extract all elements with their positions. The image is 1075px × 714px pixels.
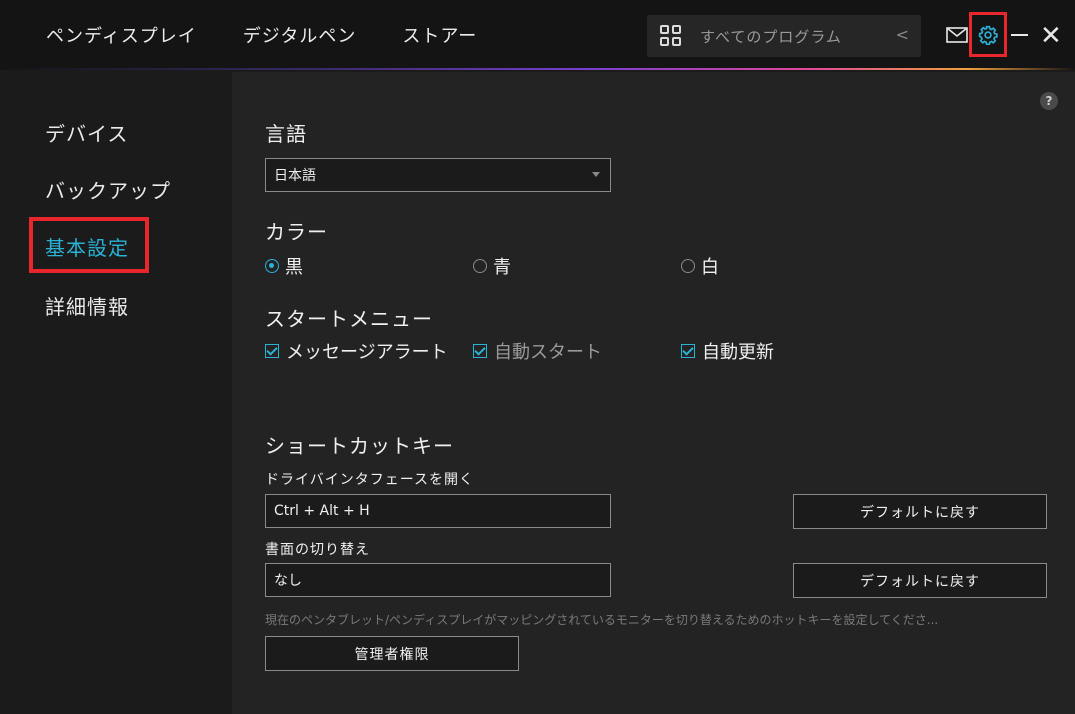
app-window: ペンディスプレイ デジタルペン ストアー すべてのプログラム < ✕ デバイス … <box>0 0 1075 714</box>
start-menu-title: スタートメニュー <box>265 307 433 331</box>
color-radio-label: 黒 <box>285 257 303 278</box>
checkbox-auto-update[interactable]: 自動更新 <box>681 338 774 364</box>
sidebar: デバイス バックアップ 基本設定 詳細情報 <box>0 72 232 714</box>
shortcut-input-switch-screen[interactable]: なし <box>265 563 611 597</box>
settings-button[interactable] <box>969 12 1007 57</box>
checkbox-label: 自動スタート <box>494 342 602 363</box>
language-select[interactable]: 日本語 <box>265 158 611 192</box>
reset-default-button[interactable]: デフォルトに戻す <box>793 563 1047 598</box>
program-selector-label: すべてのプログラム <box>700 27 842 46</box>
caret-down-icon <box>592 172 600 177</box>
sidebar-item-backup[interactable]: バックアップ <box>45 175 171 204</box>
nav-store[interactable]: ストアー <box>402 22 477 48</box>
reset-default-button[interactable]: デフォルトに戻す <box>793 494 1047 529</box>
checkbox-checked-icon <box>681 344 695 358</box>
shortcut-value: なし <box>274 573 302 589</box>
checkbox-label: メッセージアラート <box>286 342 448 363</box>
checkbox-auto-start[interactable]: 自動スタート <box>473 338 602 364</box>
color-radio-black[interactable]: 黒 <box>265 253 303 279</box>
program-selector[interactable]: すべてのプログラム < <box>647 15 921 57</box>
settings-panel: ? 言語 日本語 カラー 黒 青 白 スタートメニュー メッセージアラート 自動… <box>232 72 1075 714</box>
gear-icon <box>978 25 998 45</box>
radio-checked-icon <box>265 259 279 273</box>
mail-icon[interactable] <box>946 26 968 44</box>
sidebar-item-basic-settings[interactable]: 基本設定 <box>45 232 129 261</box>
color-title: カラー <box>265 220 328 244</box>
language-title: 言語 <box>265 122 307 146</box>
sidebar-item-device[interactable]: デバイス <box>45 118 128 147</box>
checkbox-message-alert[interactable]: メッセージアラート <box>265 338 448 364</box>
checkbox-checked-icon <box>473 344 487 358</box>
shortcut-title: ショートカットキー <box>265 434 454 458</box>
close-icon[interactable]: ✕ <box>1040 23 1062 49</box>
shortcut-input-open-driver[interactable]: Ctrl + Alt + H <box>265 494 611 528</box>
help-icon[interactable]: ? <box>1040 92 1058 110</box>
title-divider <box>0 68 1075 70</box>
grid-icon <box>660 25 682 47</box>
nav-pen-display[interactable]: ペンディスプレイ <box>46 22 197 48</box>
shortcut-hint: 現在のペンタブレット/ペンディスプレイがマッピングされているモニターを切り替える… <box>265 613 939 627</box>
nav-digital-pen[interactable]: デジタルペン <box>243 22 357 48</box>
shortcut-label-open-driver: ドライバインタフェースを開く <box>265 472 475 488</box>
shortcut-value: Ctrl + Alt + H <box>274 503 370 519</box>
title-bar: ペンディスプレイ デジタルペン ストアー すべてのプログラム < ✕ <box>0 0 1075 70</box>
checkbox-label: 自動更新 <box>702 342 774 363</box>
minimize-icon[interactable] <box>1011 34 1028 36</box>
radio-unchecked-icon <box>681 259 695 273</box>
color-radio-blue[interactable]: 青 <box>473 253 511 279</box>
admin-rights-button[interactable]: 管理者権限 <box>265 636 519 671</box>
color-radio-label: 青 <box>493 257 511 278</box>
language-select-value: 日本語 <box>274 168 316 184</box>
sidebar-item-details[interactable]: 詳細情報 <box>45 291 129 320</box>
shortcut-label-switch-screen: 書面の切り替え <box>265 542 370 558</box>
radio-unchecked-icon <box>473 259 487 273</box>
color-radio-white[interactable]: 白 <box>681 253 719 279</box>
checkbox-checked-icon <box>265 344 279 358</box>
top-nav: ペンディスプレイ デジタルペン ストアー <box>46 22 523 48</box>
color-radio-label: 白 <box>701 257 719 278</box>
chevron-left-icon[interactable]: < <box>896 25 909 44</box>
